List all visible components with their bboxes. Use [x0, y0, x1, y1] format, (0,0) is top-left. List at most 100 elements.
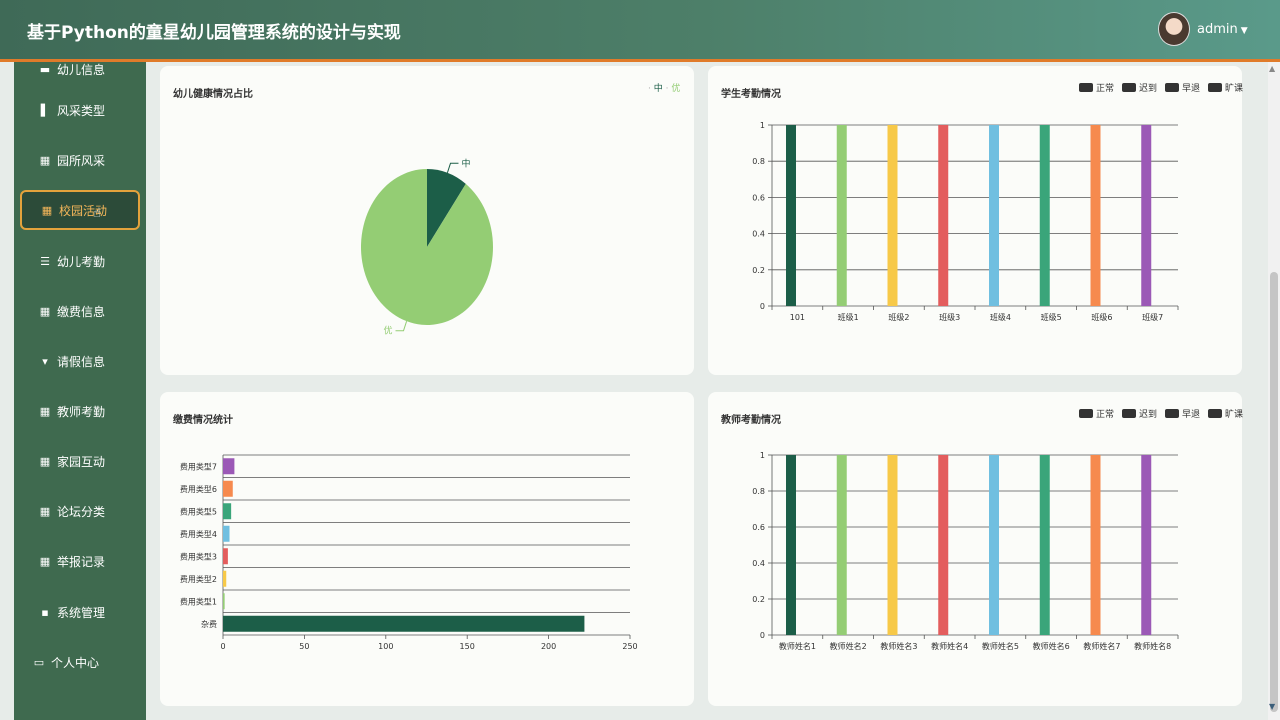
- pie-slice-label: 中: [461, 157, 470, 169]
- sidebar-item-forum-category[interactable]: ▦ 论坛分类: [20, 491, 140, 531]
- page-scrollbar[interactable]: ▲ ▼: [1268, 62, 1280, 720]
- bar: [1039, 125, 1050, 306]
- sidebar-item-label: 园所风采: [57, 153, 106, 168]
- book-icon: ▌: [40, 103, 50, 117]
- bar: [938, 455, 949, 635]
- bar: [836, 125, 847, 306]
- x-tick-label: 0: [220, 642, 225, 651]
- y-tick-label: 费用类型4: [180, 529, 217, 539]
- x-tick-label: 100: [378, 642, 393, 651]
- y-tick-label: 0.8: [752, 487, 765, 496]
- y-tick-label: 1: [760, 121, 765, 130]
- x-tick-label: 教师姓名5: [982, 641, 1019, 651]
- hand-pointer-icon: ☝: [93, 206, 101, 221]
- sidebar-item-style-type[interactable]: ▌ 风采类型: [20, 90, 140, 130]
- health-ratio-card: 幼儿健康情况占比 · 中 · 优 中优: [160, 66, 694, 375]
- bar: [1039, 455, 1050, 635]
- top-header: 基于Python的童星幼儿园管理系统的设计与实现 admin ▼: [0, 0, 1280, 62]
- x-tick-label: 101: [790, 313, 805, 322]
- sidebar-item-campus-activity[interactable]: ▦ 校园活动 ☝: [20, 190, 140, 230]
- bar: [836, 455, 847, 635]
- grid-icon: ▦: [41, 203, 53, 217]
- x-tick-label: 教师姓名1: [779, 641, 816, 651]
- y-tick-label: 0.8: [752, 157, 765, 166]
- sidebar-item-home-interaction[interactable]: ▦ 家园互动: [20, 441, 140, 481]
- sidebar-item-label: 系统管理: [57, 605, 106, 620]
- list-icon: ▬: [39, 62, 51, 76]
- bar: [223, 548, 228, 565]
- bar: [887, 125, 898, 306]
- bar: [223, 525, 230, 542]
- pie-label-line: [446, 162, 459, 173]
- x-tick-label: 200: [541, 642, 556, 651]
- chat-icon: ▪: [41, 605, 49, 619]
- sidebar-item-label: 举报记录: [57, 554, 106, 569]
- student-attendance-card: 学生考勤情况 正常 迟到 早退 旷课 0 0.2 0.4 0.6 0.8 1 101 班级1 班…: [708, 66, 1243, 375]
- bar: [786, 455, 796, 635]
- sidebar-item-label: 家园互动: [57, 454, 106, 469]
- pie-slice: [361, 169, 493, 325]
- sidebar: ▬ 幼儿信息 ▌ 风采类型 ▦ 园所风采 ▦ 校园活动 ☝ ☰ 幼儿考勤 ▦ 缴…: [14, 62, 146, 720]
- bar: [786, 125, 796, 306]
- y-tick-label: 0.6: [752, 193, 765, 202]
- bar: [223, 593, 225, 610]
- scroll-thumb[interactable]: [1270, 272, 1278, 712]
- x-tick-label: 班级5: [1041, 312, 1062, 322]
- sidebar-item-teacher-attendance[interactable]: ▦ 教师考勤: [20, 391, 140, 431]
- sidebar-item-campus-style[interactable]: ▦ 园所风采: [20, 140, 140, 180]
- grid-icon: ▦: [39, 153, 51, 167]
- sidebar-item-label: 幼儿信息: [57, 62, 106, 77]
- x-tick-label: 教师姓名3: [880, 641, 917, 651]
- y-tick-label: 0.2: [752, 266, 765, 275]
- bar: [1090, 125, 1101, 306]
- sidebar-item-report-records[interactable]: ▦ 举报记录: [20, 541, 140, 581]
- sidebar-item-label: 个人中心: [51, 655, 100, 670]
- y-tick-label: 费用类型1: [180, 596, 217, 606]
- sidebar-item-system-management[interactable]: ▪ 系统管理: [20, 592, 140, 632]
- y-tick-label: 费用类型3: [180, 551, 217, 561]
- bar: [223, 458, 235, 475]
- chevron-down-icon: ▼: [1240, 26, 1248, 36]
- teacher-attendance-chart: 0 0.2 0.4 0.6 0.8 1 教师姓名1 教师姓名2 教师姓名3 教师姓名4 教师姓名5 教…: [752, 451, 1179, 651]
- grid-icon: ▦: [39, 454, 51, 468]
- sidebar-item-child-info[interactable]: ▬ 幼儿信息: [20, 62, 140, 89]
- grid-icon: ▦: [39, 504, 51, 518]
- x-tick-label: 班级3: [939, 312, 960, 322]
- sidebar-item-label: 风采类型: [57, 103, 106, 118]
- x-tick-label: 150: [460, 642, 475, 651]
- x-tick-label: 班级7: [1142, 312, 1163, 322]
- y-tick-label: 0.4: [752, 559, 765, 568]
- x-tick-label: 250: [622, 642, 637, 651]
- sidebar-item-fee-info[interactable]: ▦ 缴费信息: [20, 291, 140, 331]
- y-tick-label: 0.6: [752, 523, 765, 532]
- x-tick-label: 班级4: [990, 312, 1011, 322]
- sidebar-item-child-attendance[interactable]: ☰ 幼儿考勤: [20, 241, 140, 281]
- menu-icon: ☰: [40, 254, 50, 268]
- user-avatar[interactable]: [1158, 12, 1190, 46]
- x-tick-label: 教师姓名7: [1083, 641, 1120, 651]
- x-tick-label: 教师姓名4: [931, 641, 968, 651]
- bar: [223, 503, 232, 520]
- y-tick-label: 费用类型2: [180, 574, 217, 584]
- scroll-up-icon[interactable]: ▲: [1269, 64, 1275, 73]
- bar: [223, 480, 233, 497]
- bar: [1141, 125, 1152, 306]
- sidebar-item-leave-info[interactable]: ▾ 请假信息: [20, 341, 140, 381]
- x-tick-label: 班级2: [888, 312, 909, 322]
- y-tick-label: 杂费: [201, 619, 217, 629]
- y-tick-label: 0: [760, 302, 765, 311]
- pie-label-line: [395, 321, 408, 332]
- sidebar-item-label: 幼儿考勤: [57, 254, 106, 269]
- y-tick-label: 0: [760, 631, 765, 640]
- scroll-down-icon[interactable]: ▼: [1269, 702, 1275, 711]
- user-menu[interactable]: admin ▼: [1197, 22, 1248, 37]
- fee-bar-chart: 杂费 费用类型1 费用类型2 费用类型3 费用类型4 费用类型5 费用类型6 费用类型7 0 50…: [180, 454, 638, 651]
- sidebar-item-label: 论坛分类: [57, 504, 106, 519]
- x-tick-label: 班级1: [838, 312, 859, 322]
- bar: [1090, 455, 1101, 635]
- sidebar-item-personal-center[interactable]: ▭ 个人中心: [20, 642, 140, 682]
- pie-chart: 中优: [361, 157, 493, 337]
- pie-slice-label: 优: [383, 325, 392, 337]
- username-label: admin: [1197, 22, 1238, 37]
- x-tick-label: 教师姓名2: [830, 641, 867, 651]
